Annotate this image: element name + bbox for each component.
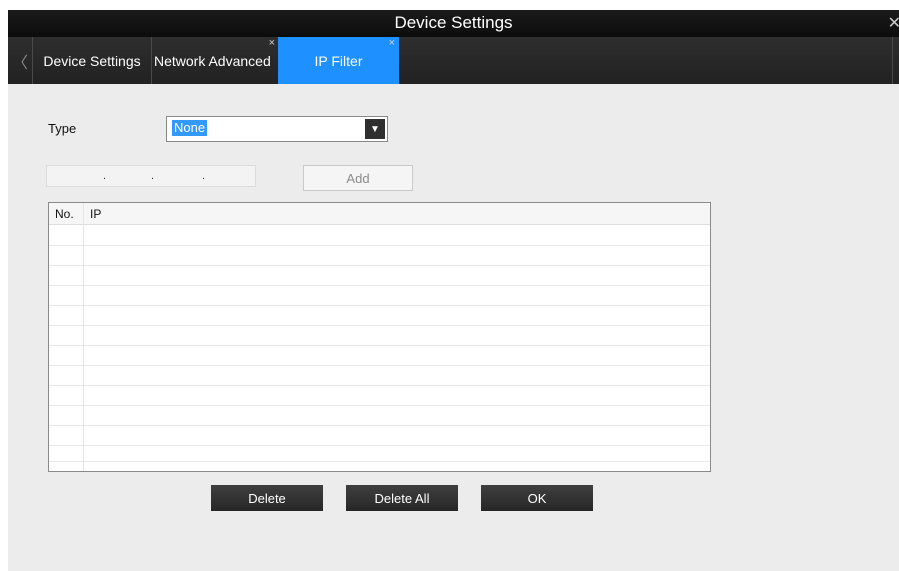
tab-label: Device Settings xyxy=(43,52,141,69)
table-row[interactable] xyxy=(49,265,710,266)
table-row[interactable] xyxy=(49,365,710,366)
delete-all-button[interactable]: Delete All xyxy=(346,485,458,511)
table-row[interactable] xyxy=(49,445,710,446)
ip-list-table[interactable]: No. IP xyxy=(48,202,711,472)
ip-octet-separator: . xyxy=(151,170,155,182)
table-row[interactable] xyxy=(49,385,710,386)
close-icon[interactable]: ✕ xyxy=(888,13,899,33)
tab-label: Network Advanced xyxy=(154,52,271,69)
ok-button[interactable]: OK xyxy=(481,485,593,511)
tab-close-icon[interactable]: × xyxy=(269,37,275,49)
window-title: Device Settings xyxy=(394,13,513,32)
tab-network-advanced[interactable]: Network Advanced × xyxy=(151,37,279,84)
tab-bar: 〈 Device Settings Network Advanced × IP … xyxy=(8,37,899,84)
table-row[interactable] xyxy=(49,305,710,306)
column-divider xyxy=(83,203,84,471)
table-row[interactable] xyxy=(49,345,710,346)
tab-bar-divider xyxy=(892,37,893,84)
table-row[interactable] xyxy=(49,325,710,326)
table-row[interactable] xyxy=(49,245,710,246)
type-label: Type xyxy=(48,121,77,136)
tab-close-icon[interactable]: × xyxy=(389,37,395,49)
table-row[interactable] xyxy=(49,285,710,286)
table-row[interactable] xyxy=(49,461,710,462)
column-header-no: No. xyxy=(55,207,74,221)
table-header: No. IP xyxy=(49,203,710,225)
add-button[interactable]: Add xyxy=(303,165,413,191)
type-select-value: None xyxy=(172,120,208,136)
ip-octet-separator: . xyxy=(103,170,107,182)
column-header-ip: IP xyxy=(90,207,102,221)
tab-label: IP Filter xyxy=(314,52,363,69)
ip-address-input[interactable]: . . . xyxy=(46,165,256,187)
tab-device-settings[interactable]: Device Settings xyxy=(33,37,151,84)
dropdown-arrow-icon[interactable]: ▼ xyxy=(365,119,385,139)
table-row[interactable] xyxy=(49,425,710,426)
chevron-left-icon[interactable]: 〈 xyxy=(8,37,33,84)
tab-ip-filter[interactable]: IP Filter × xyxy=(278,37,399,84)
type-select[interactable]: None ▼ xyxy=(166,116,388,142)
table-row[interactable] xyxy=(49,405,710,406)
delete-button[interactable]: Delete xyxy=(211,485,323,511)
title-bar: Device Settings ✕ xyxy=(8,10,899,37)
device-settings-window: Device Settings ✕ 〈 Device Settings Netw… xyxy=(8,10,899,571)
ip-octet-separator: . xyxy=(202,170,206,182)
